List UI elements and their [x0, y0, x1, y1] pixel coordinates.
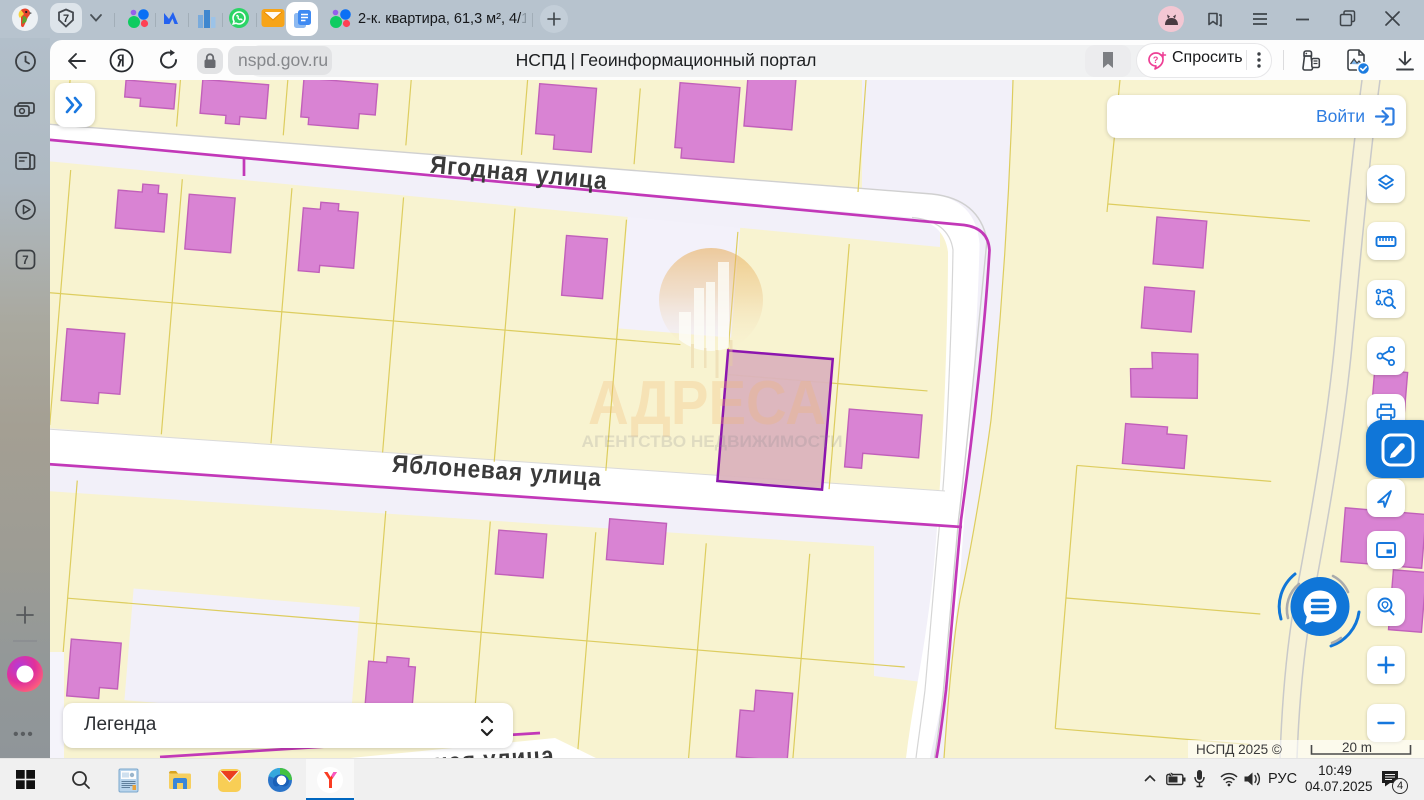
svg-text:7: 7: [63, 13, 69, 25]
svg-text:7: 7: [22, 255, 28, 267]
svg-text:АГЕНТСТВО НЕДВИЖИМОСТИ: АГЕНТСТВО НЕДВИЖИМОСТИ: [582, 432, 843, 451]
svg-text:АДРЕСА: АДРЕСА: [588, 369, 826, 438]
svg-text:?: ?: [1153, 55, 1159, 65]
